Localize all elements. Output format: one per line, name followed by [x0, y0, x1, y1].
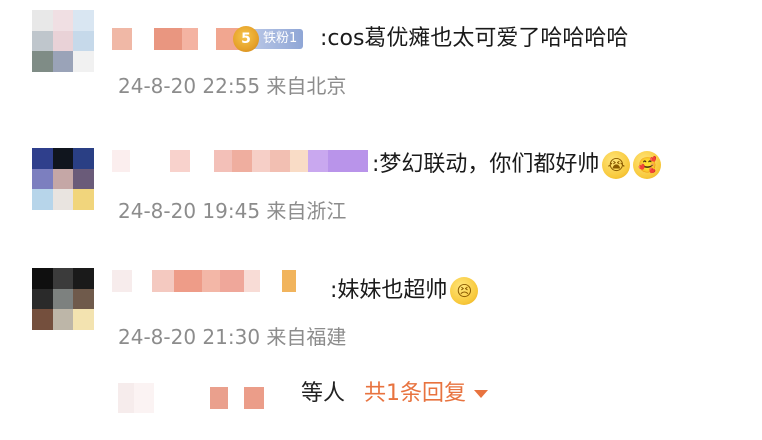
- comment-text: :梦幻联动，你们都好帅 😭 🥰: [372, 150, 662, 180]
- reply-summary[interactable]: 等人 共1条回复: [0, 365, 762, 425]
- comment-meta: 24-8-20 19:45 来自浙江: [118, 199, 347, 223]
- crying-face-emoji: 😭: [602, 151, 631, 179]
- comment-meta: 24-8-20 22:55 来自北京: [118, 74, 347, 98]
- username[interactable]: [112, 270, 296, 292]
- username[interactable]: [112, 150, 368, 172]
- sobbing-face-emoji: 😣: [450, 277, 479, 305]
- reply-suffix: 等人: [301, 381, 346, 406]
- comment-1: 5 铁粉1 :cos葛优瘫也太可爱了哈哈哈哈 24-8-20 22:55 来自北…: [0, 0, 762, 110]
- heart-face-emoji: 🥰: [633, 151, 662, 179]
- caret-down-icon[interactable]: [474, 390, 489, 398]
- reply-count-label[interactable]: 共1条回复: [364, 381, 466, 406]
- comment-meta: 24-8-20 21:30 来自福建: [118, 325, 347, 349]
- reply-info: 等人 共1条回复: [301, 379, 489, 409]
- reply-count-button[interactable]: 共1条回复: [364, 381, 489, 406]
- comment-text-content: :妹妹也超帅: [330, 278, 448, 303]
- username[interactable]: [112, 28, 240, 50]
- fan-badge[interactable]: 5 铁粉1: [233, 26, 304, 52]
- avatar[interactable]: [32, 148, 94, 210]
- comment-text: :妹妹也超帅 😣: [330, 276, 479, 306]
- comment-text: :cos葛优瘫也太可爱了哈哈哈哈: [320, 26, 629, 51]
- avatar[interactable]: [32, 10, 94, 72]
- avatar[interactable]: [32, 268, 94, 330]
- comment-2: :梦幻联动，你们都好帅 😭 🥰 24-8-20 19:45 来自浙江: [0, 130, 762, 240]
- reply-usernames[interactable]: [118, 383, 264, 413]
- comment-text-content: :梦幻联动，你们都好帅: [372, 152, 600, 177]
- comment-3: :妹妹也超帅 😣 24-8-20 21:30 来自福建: [0, 250, 762, 360]
- fan-badge-icon: 5: [233, 26, 259, 52]
